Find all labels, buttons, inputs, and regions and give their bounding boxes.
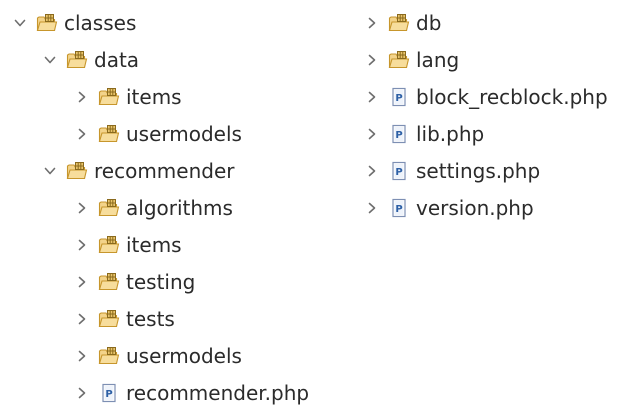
chevron-down-icon[interactable] [40, 161, 60, 181]
chevron-right-icon[interactable] [72, 198, 92, 218]
chevron-right-icon[interactable] [362, 87, 382, 107]
tree-node-label: algorithms [126, 195, 233, 220]
tree-node-algorithms[interactable]: algorithms [10, 189, 309, 226]
tree-node-usermodels[interactable]: usermodels [10, 115, 309, 152]
chevron-right-icon[interactable] [72, 272, 92, 292]
tree-node-recommender-php[interactable]: Precommender.php [10, 374, 309, 411]
project-tree-left-column: classes data items usermodels recommender alg… [10, 4, 309, 411]
tree-node-label: data [94, 47, 140, 72]
tree-node-label: db [416, 10, 442, 35]
tree-node-label: items [126, 84, 182, 109]
tree-node-label: usermodels [126, 343, 242, 368]
package-folder-icon [98, 272, 120, 292]
tree-node-label: version.php [416, 195, 534, 220]
tree-node-testing[interactable]: testing [10, 263, 309, 300]
package-folder-icon [98, 346, 120, 366]
svg-text:P: P [395, 204, 402, 215]
tree-node-label: recommender.php [126, 380, 310, 405]
tree-node-items[interactable]: items [10, 78, 309, 115]
tree-node-label: lib.php [416, 121, 485, 146]
tree-node-lang[interactable]: lang [362, 41, 608, 78]
chevron-right-icon[interactable] [362, 161, 382, 181]
php-file-icon: P [388, 124, 410, 144]
chevron-right-icon[interactable] [72, 383, 92, 403]
package-folder-icon [36, 13, 58, 33]
tree-node-tests[interactable]: tests [10, 300, 309, 337]
package-folder-icon [98, 309, 120, 329]
chevron-right-icon[interactable] [72, 87, 92, 107]
chevron-right-icon[interactable] [72, 235, 92, 255]
tree-node-data[interactable]: data [10, 41, 309, 78]
package-folder-icon [388, 13, 410, 33]
svg-text:P: P [105, 389, 112, 400]
chevron-right-icon[interactable] [72, 124, 92, 144]
package-folder-icon [98, 198, 120, 218]
tree-node-items[interactable]: items [10, 226, 309, 263]
chevron-right-icon[interactable] [72, 346, 92, 366]
tree-node-settings-php[interactable]: Psettings.php [362, 152, 608, 189]
tree-node-label: block_recblock.php [416, 84, 608, 109]
tree-node-lib-php[interactable]: Plib.php [362, 115, 608, 152]
chevron-down-icon[interactable] [10, 13, 30, 33]
tree-node-block-recblock-php[interactable]: Pblock_recblock.php [362, 78, 608, 115]
chevron-right-icon[interactable] [362, 198, 382, 218]
chevron-down-icon[interactable] [40, 50, 60, 70]
tree-node-db[interactable]: db [362, 4, 608, 41]
package-folder-icon [66, 161, 88, 181]
svg-text:P: P [395, 167, 402, 178]
tree-node-label: testing [126, 269, 196, 294]
package-folder-icon [98, 87, 120, 107]
chevron-right-icon[interactable] [362, 124, 382, 144]
tree-node-label: usermodels [126, 121, 242, 146]
tree-node-version-php[interactable]: Pversion.php [362, 189, 608, 226]
package-folder-icon [66, 50, 88, 70]
chevron-right-icon[interactable] [362, 13, 382, 33]
package-folder-icon [388, 50, 410, 70]
php-file-icon: P [388, 87, 410, 107]
chevron-right-icon[interactable] [72, 309, 92, 329]
tree-node-label: settings.php [416, 158, 541, 183]
package-folder-icon [98, 235, 120, 255]
tree-node-label: tests [126, 306, 175, 331]
php-file-icon: P [388, 198, 410, 218]
package-folder-icon [98, 124, 120, 144]
tree-node-recommender[interactable]: recommender [10, 152, 309, 189]
svg-text:P: P [395, 93, 402, 104]
tree-node-label: recommender [94, 158, 235, 183]
php-file-icon: P [388, 161, 410, 181]
tree-node-label: classes [64, 10, 137, 35]
tree-node-classes[interactable]: classes [10, 4, 309, 41]
svg-text:P: P [395, 130, 402, 141]
tree-node-usermodels[interactable]: usermodels [10, 337, 309, 374]
chevron-right-icon[interactable] [362, 50, 382, 70]
tree-node-label: items [126, 232, 182, 257]
project-tree-right-column: db lang Pblock_recblock.php Plib.php Psettin… [362, 4, 608, 226]
tree-node-label: lang [416, 47, 460, 72]
php-file-icon: P [98, 383, 120, 403]
